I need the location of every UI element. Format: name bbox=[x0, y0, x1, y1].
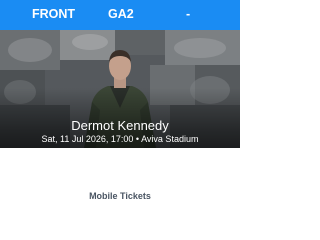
event-hero-image[interactable]: Dermot Kennedy Sat, 11 Jul 2026, 17:00 •… bbox=[0, 30, 240, 148]
mobile-tickets-label: Mobile Tickets bbox=[89, 191, 151, 201]
section-value: FRONT bbox=[32, 7, 76, 21]
ticket-screen: FRONT GA2 - Dermot Kennedy Sat, 11 Jul 2… bbox=[0, 0, 240, 240]
seat-value: - bbox=[186, 7, 191, 21]
event-artist-name: Dermot Kennedy bbox=[71, 118, 169, 133]
event-date-venue: Sat, 11 Jul 2026, 17:00 • Aviva Stadium bbox=[41, 134, 199, 144]
ticket-seat-header: FRONT GA2 - bbox=[0, 0, 240, 30]
row-value: GA2 bbox=[108, 7, 134, 21]
